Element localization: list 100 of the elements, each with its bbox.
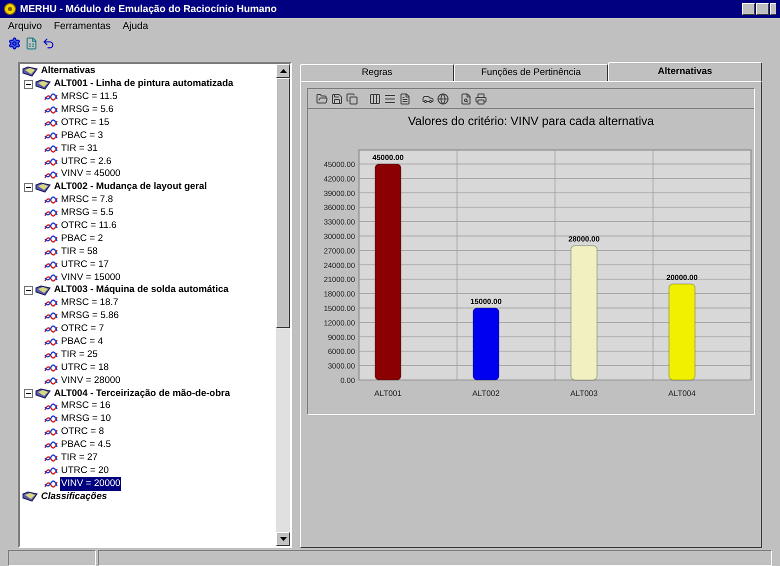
tab[interactable]: Funções de Pertinência bbox=[454, 64, 608, 81]
tree-item[interactable]: UTRC = 2.6 bbox=[60, 154, 112, 169]
line-chart-icon bbox=[44, 324, 58, 334]
tree-item[interactable]: UTRC = 18 bbox=[60, 360, 110, 376]
document-icon[interactable] bbox=[25, 36, 38, 50]
tree-item[interactable]: ALT002 - Mudança de layout geral bbox=[53, 180, 208, 195]
folder-icon bbox=[35, 182, 51, 193]
line-chart-icon bbox=[44, 118, 58, 128]
open-folder-icon[interactable] bbox=[316, 92, 328, 104]
tree-item[interactable]: OTRC = 11.6 bbox=[60, 219, 118, 234]
folder-icon bbox=[35, 285, 51, 296]
tree-item[interactable]: TIR = 27 bbox=[60, 451, 99, 466]
collapse-icon[interactable] bbox=[24, 389, 33, 398]
line-chart-icon bbox=[44, 362, 58, 373]
line-chart-icon bbox=[44, 466, 58, 476]
tree-item[interactable]: MRSG = 5.5 bbox=[60, 206, 115, 220]
up-arrow-icon[interactable] bbox=[280, 69, 286, 73]
tree-item[interactable]: UTRC = 20 bbox=[60, 464, 110, 478]
line-chart-icon bbox=[44, 350, 58, 360]
line-chart-icon bbox=[44, 195, 58, 206]
tree-item[interactable]: UTRC = 17 bbox=[60, 258, 110, 272]
x-tick-label: ALT002 bbox=[472, 389, 500, 398]
chart-title: Valores do critério: VINV para cada alternativa bbox=[408, 113, 654, 130]
tree-item[interactable]: ALT001 - Linha de pintura automatizada bbox=[53, 77, 234, 92]
x-tick-label: ALT001 bbox=[374, 389, 402, 398]
line-chart-icon bbox=[44, 337, 58, 348]
tree-item[interactable]: PBAC = 4 bbox=[60, 335, 104, 350]
tab[interactable]: Regras bbox=[300, 64, 454, 81]
menu-item[interactable]: Ferramentas bbox=[54, 18, 111, 34]
minimize-button[interactable] bbox=[742, 3, 755, 15]
tree-item[interactable]: PBAC = 3 bbox=[60, 128, 104, 144]
app-icon bbox=[4, 3, 16, 15]
tree-item[interactable]: MRSC = 16 bbox=[60, 399, 112, 414]
vertical-scrollbar[interactable] bbox=[276, 64, 290, 546]
tree-item[interactable]: OTRC = 15 bbox=[60, 116, 110, 130]
menu-item[interactable]: Arquivo bbox=[8, 18, 42, 34]
tree-item[interactable]: Classificações bbox=[40, 490, 108, 504]
tree-item[interactable]: OTRC = 8 bbox=[60, 425, 106, 440]
line-chart-icon bbox=[44, 221, 58, 232]
line-chart-icon bbox=[44, 376, 58, 386]
line-chart-icon bbox=[44, 311, 58, 322]
line-chart-icon bbox=[44, 156, 58, 167]
line-chart-icon bbox=[44, 298, 58, 308]
line-chart-icon bbox=[44, 440, 58, 450]
line-chart-icon bbox=[44, 246, 58, 257]
line-chart-icon bbox=[44, 144, 58, 154]
document-search-icon[interactable] bbox=[460, 92, 472, 104]
tree-item[interactable]: MRSG = 10 bbox=[60, 412, 112, 427]
tree-item[interactable]: PBAC = 4.5 bbox=[60, 438, 112, 452]
columns-icon[interactable] bbox=[369, 92, 381, 104]
window-title: MERHU - Módulo de Emulação do Raciocínio Humano bbox=[20, 2, 278, 16]
tree-item[interactable]: MRSC = 18.7 bbox=[60, 296, 120, 311]
collapse-icon[interactable] bbox=[24, 80, 33, 89]
folder-icon bbox=[35, 78, 51, 90]
printer-icon[interactable] bbox=[475, 92, 487, 104]
line-chart-icon bbox=[44, 105, 58, 116]
tree-item[interactable]: TIR = 58 bbox=[60, 244, 99, 260]
tree-item[interactable]: MRSG = 5.6 bbox=[60, 103, 115, 118]
collapse-icon[interactable] bbox=[24, 286, 33, 296]
line-chart-icon bbox=[44, 427, 58, 438]
tree-item[interactable]: VINV = 15000 bbox=[60, 270, 122, 285]
maximize-button[interactable] bbox=[756, 3, 769, 15]
settings-icon[interactable] bbox=[8, 36, 21, 50]
tab[interactable]: Alternativas bbox=[608, 62, 762, 81]
close-button[interactable] bbox=[770, 3, 776, 15]
line-chart-icon bbox=[44, 272, 58, 283]
document-icon[interactable] bbox=[399, 92, 411, 104]
line-chart-icon bbox=[44, 402, 58, 412]
line-chart-icon bbox=[44, 170, 58, 180]
tree-item[interactable]: ALT003 - Máquina de solda automática bbox=[53, 283, 230, 298]
line-chart-icon bbox=[44, 478, 58, 489]
tree-item[interactable]: MRSC = 11.5 bbox=[60, 90, 119, 104]
line-chart-icon bbox=[44, 130, 58, 141]
x-tick-label: ALT003 bbox=[570, 389, 598, 398]
collapse-icon[interactable] bbox=[24, 182, 33, 192]
tree-item[interactable]: ALT004 - Terceirização de mão-de-obra bbox=[53, 386, 231, 401]
menu-item[interactable]: Ajuda bbox=[122, 18, 148, 34]
tree-item[interactable]: MRSG = 5.86 bbox=[60, 309, 120, 324]
down-arrow-icon[interactable] bbox=[280, 537, 286, 541]
line-chart-icon bbox=[44, 260, 58, 270]
save-icon[interactable] bbox=[331, 92, 343, 104]
tree-item[interactable]: VINV = 28000 bbox=[60, 374, 122, 388]
line-chart-icon bbox=[44, 234, 58, 244]
tree-item[interactable]: MRSC = 7.8 bbox=[60, 193, 114, 208]
globe-icon[interactable] bbox=[437, 92, 449, 104]
tree-item[interactable]: PBAC = 2 bbox=[60, 232, 104, 246]
line-chart-icon bbox=[44, 92, 58, 102]
back-arrow-icon[interactable] bbox=[42, 36, 55, 50]
x-tick-label: ALT004 bbox=[668, 389, 696, 398]
folder-icon bbox=[35, 388, 51, 400]
tree-item[interactable]: VINV = 20000 bbox=[60, 476, 122, 492]
line-chart-icon bbox=[44, 208, 58, 218]
tree-item[interactable]: TIR = 25 bbox=[60, 348, 99, 362]
list-icon[interactable] bbox=[384, 92, 396, 104]
folder-icon bbox=[22, 491, 38, 502]
copy-icon[interactable] bbox=[346, 92, 358, 104]
tree-item[interactable]: TIR = 31 bbox=[60, 142, 99, 156]
tree-item[interactable]: VINV = 45000 bbox=[60, 167, 122, 182]
tree-item[interactable]: Alternativas bbox=[40, 64, 96, 79]
tree-item[interactable]: OTRC = 7 bbox=[60, 322, 106, 336]
